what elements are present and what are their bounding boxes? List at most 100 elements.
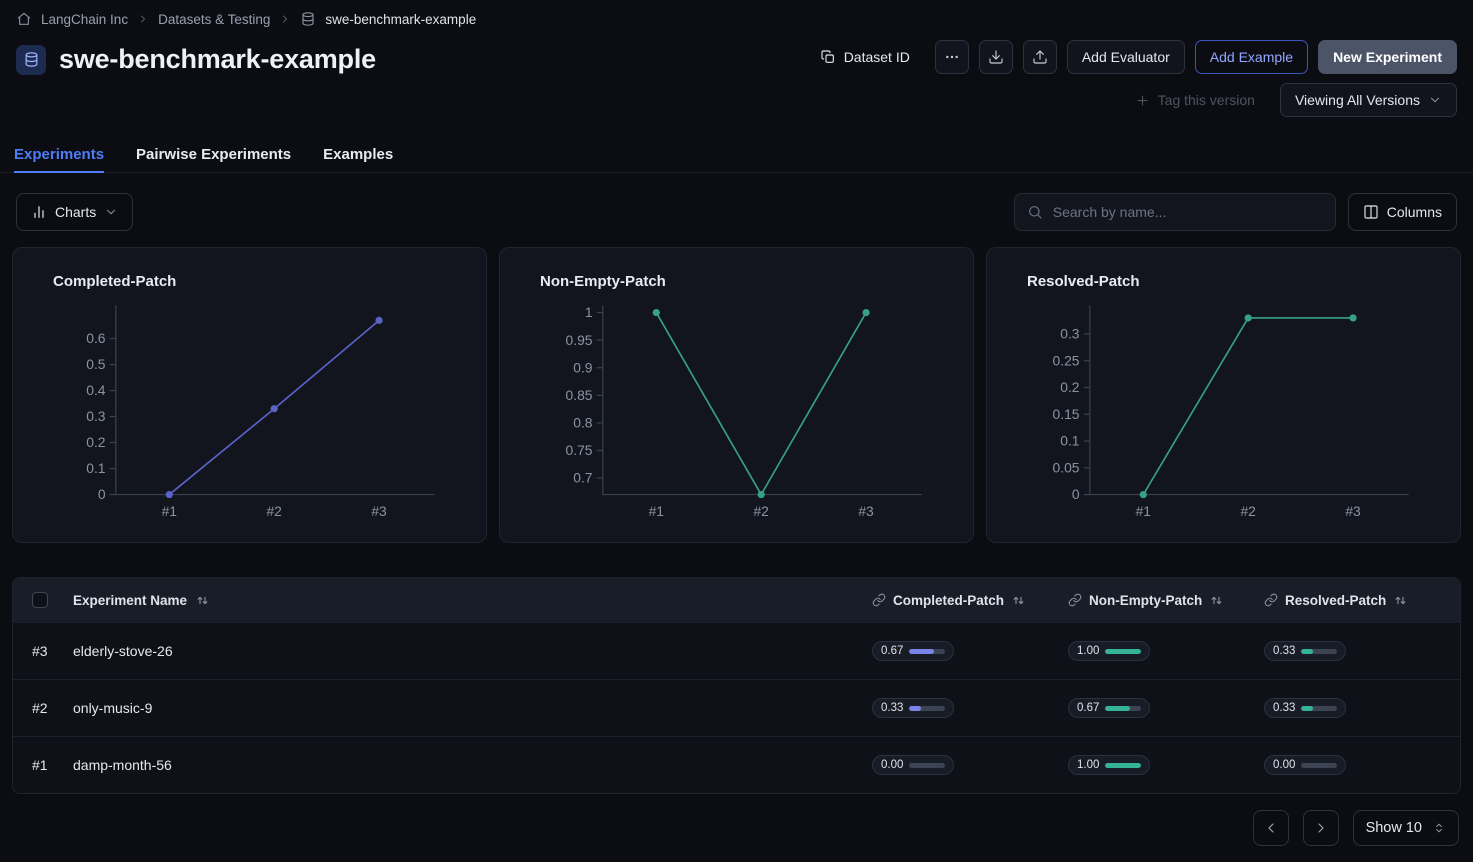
metric-bar — [1105, 649, 1141, 654]
svg-text:0.9: 0.9 — [573, 359, 593, 375]
metric-pill: 0.33 — [872, 698, 954, 718]
svg-text:0.6: 0.6 — [86, 330, 106, 346]
metric-pill: 0.67 — [872, 641, 954, 661]
page-size-selector[interactable]: Show 10 — [1353, 810, 1459, 846]
table-row[interactable]: #2only-music-90.330.670.33 — [13, 679, 1460, 736]
column-header-experiment-name[interactable]: Experiment Name — [73, 593, 872, 608]
dataset-id-label: Dataset ID — [844, 49, 910, 65]
columns-icon — [1363, 204, 1379, 220]
tab-pairwise-experiments[interactable]: Pairwise Experiments — [136, 136, 291, 172]
breadcrumb: LangChain Inc Datasets & Testing swe-ben… — [0, 0, 1473, 38]
up-down-icon — [1432, 821, 1446, 835]
more-options-button[interactable] — [935, 40, 969, 74]
svg-text:#2: #2 — [1240, 503, 1256, 519]
svg-text:0.8: 0.8 — [573, 414, 593, 430]
tab-experiments[interactable]: Experiments — [14, 136, 104, 172]
svg-text:0.7: 0.7 — [573, 470, 593, 486]
svg-text:0.75: 0.75 — [566, 442, 593, 458]
download-button[interactable] — [979, 40, 1013, 74]
next-page-button[interactable] — [1303, 810, 1339, 846]
breadcrumb-org[interactable]: LangChain Inc — [41, 12, 128, 27]
previous-page-button[interactable] — [1253, 810, 1289, 846]
svg-text:0.95: 0.95 — [566, 332, 593, 348]
metric-value: 0.67 — [1077, 702, 1099, 714]
chart-title: Completed-Patch — [13, 248, 486, 290]
sort-icon[interactable] — [1209, 593, 1224, 608]
svg-text:#3: #3 — [1345, 503, 1361, 519]
charts-button-label: Charts — [55, 204, 96, 220]
page-header: swe-benchmark-example Dataset ID Add Eva… — [0, 38, 1473, 122]
table-body: #3elderly-stove-260.671.000.33#2only-mus… — [13, 622, 1460, 793]
svg-text:0: 0 — [1072, 486, 1080, 502]
search-input[interactable] — [1053, 204, 1323, 220]
metric-value: 0.00 — [881, 759, 903, 771]
columns-button[interactable]: Columns — [1348, 193, 1457, 231]
sort-icon[interactable] — [1393, 593, 1408, 608]
metric-bar — [909, 649, 945, 654]
metric-cell: 0.00 — [872, 755, 1068, 775]
svg-text:0.1: 0.1 — [1060, 433, 1080, 449]
charts-dropdown-button[interactable]: Charts — [16, 193, 133, 231]
svg-text:#1: #1 — [162, 503, 178, 519]
table-row[interactable]: #3elderly-stove-260.671.000.33 — [13, 622, 1460, 679]
svg-text:0.1: 0.1 — [86, 460, 106, 476]
tab-examples[interactable]: Examples — [323, 136, 393, 172]
column-header-non-empty-patch[interactable]: Non-Empty-Patch — [1068, 593, 1264, 608]
metric-bar — [1301, 706, 1337, 711]
svg-text:#2: #2 — [753, 503, 769, 519]
column-header-completed-patch[interactable]: Completed-Patch — [872, 593, 1068, 608]
svg-text:#2: #2 — [266, 503, 282, 519]
pagination: Show 10 — [0, 794, 1473, 862]
search-icon — [1027, 204, 1043, 220]
add-example-button[interactable]: Add Example — [1195, 40, 1308, 74]
chevron-right-icon — [279, 13, 291, 25]
dataset-id-button[interactable]: Dataset ID — [805, 40, 925, 74]
sort-icon[interactable] — [1011, 593, 1026, 608]
chevron-down-icon — [104, 205, 118, 219]
svg-text:0.3: 0.3 — [1060, 326, 1080, 342]
plus-icon — [1135, 93, 1150, 108]
chart-card-non-empty-patch: Non-Empty-Patch 0.70.750.80.850.90.951#1… — [499, 247, 974, 543]
experiment-name[interactable]: damp-month-56 — [73, 757, 872, 773]
metric-pill: 0.00 — [872, 755, 954, 775]
add-evaluator-button[interactable]: Add Evaluator — [1067, 40, 1185, 74]
chart-title: Non-Empty-Patch — [500, 248, 973, 290]
metric-cell: 1.00 — [1068, 641, 1264, 661]
database-icon — [16, 45, 46, 75]
svg-text:#1: #1 — [649, 503, 665, 519]
metric-cell: 0.00 — [1264, 755, 1460, 775]
toolbar: Charts Columns — [0, 173, 1473, 247]
search-box — [1014, 193, 1336, 231]
svg-text:0.25: 0.25 — [1053, 352, 1080, 368]
breadcrumb-section[interactable]: Datasets & Testing — [158, 12, 270, 27]
new-experiment-button[interactable]: New Experiment — [1318, 40, 1457, 74]
metric-pill: 1.00 — [1068, 755, 1150, 775]
viewing-versions-button[interactable]: Viewing All Versions — [1280, 83, 1457, 117]
svg-text:0.15: 0.15 — [1053, 406, 1080, 422]
column-label: Completed-Patch — [893, 593, 1004, 608]
line-chart: 0.70.750.80.850.90.951#1#2#3 — [500, 290, 973, 539]
tab-bar: Experiments Pairwise Experiments Example… — [0, 136, 1473, 173]
svg-text:#1: #1 — [1136, 503, 1152, 519]
chart-title: Resolved-Patch — [987, 248, 1460, 290]
metric-cell: 0.67 — [872, 641, 1068, 661]
tag-version-button[interactable]: Tag this version — [1120, 83, 1270, 117]
metric-pill: 0.67 — [1068, 698, 1150, 718]
metric-pill: 1.00 — [1068, 641, 1150, 661]
table-row[interactable]: #1damp-month-560.001.000.00 — [13, 736, 1460, 793]
column-header-resolved-patch[interactable]: Resolved-Patch — [1264, 593, 1460, 608]
table-header-row: Experiment Name Completed-Patch Non-Empt… — [13, 578, 1460, 622]
home-icon[interactable] — [16, 11, 32, 27]
metric-bar — [1301, 649, 1337, 654]
page-size-label: Show 10 — [1366, 820, 1422, 836]
experiment-name[interactable]: only-music-9 — [73, 700, 872, 716]
experiment-name[interactable]: elderly-stove-26 — [73, 643, 872, 659]
metric-bar — [909, 706, 945, 711]
upload-button[interactable] — [1023, 40, 1057, 74]
sort-icon[interactable] — [195, 593, 210, 608]
metric-pill: 0.33 — [1264, 641, 1346, 661]
select-all-checkbox[interactable] — [32, 592, 48, 608]
charts-section: Completed-Patch 00.10.20.30.40.50.6#1#2#… — [0, 247, 1473, 543]
link-icon — [872, 593, 886, 607]
metric-cell: 0.67 — [1068, 698, 1264, 718]
